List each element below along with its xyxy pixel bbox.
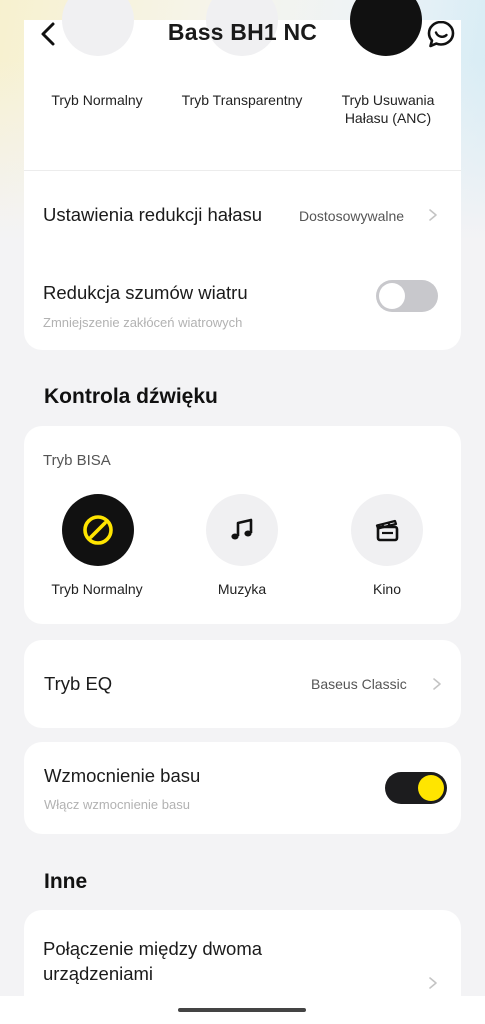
bisa-cinema-label: Kino (372, 581, 402, 597)
bass-boost-title: Wzmocnienie basu (44, 765, 201, 786)
anc-cancel-label-line2: Hałasu (ANC) (344, 110, 432, 126)
wind-reduction-title: Redukcja szumów wiatru (43, 282, 248, 303)
anc-normal-label: Tryb Normalny (51, 92, 143, 108)
bisa-normal-label: Tryb Normalny (51, 581, 143, 597)
noise-settings-title: Ustawienia redukcji hałasu (43, 204, 263, 225)
sound-control-heading: Kontrola dźwięku (44, 385, 218, 408)
dual-connection-title-line1: Połączenie między dwoma (43, 938, 263, 959)
bisa-music-button[interactable] (206, 494, 278, 566)
chevron-right-icon (433, 678, 441, 690)
anc-cancel-label: Tryb Usuwania Hałasu (ANC) (324, 91, 452, 127)
bisa-music-label: Muzyka (217, 581, 267, 597)
wind-reduction-toggle[interactable] (376, 280, 438, 312)
noise-settings-value: Dostosowywalne (299, 208, 405, 224)
bisa-cinema-button[interactable] (351, 494, 423, 566)
eq-title: Tryb EQ (44, 673, 113, 694)
bass-boost-subtitle: Włącz wzmocnienie basu (44, 797, 190, 812)
wind-reduction-row: Redukcja szumów wiatru Zmniejszenie zakł… (24, 270, 461, 340)
other-heading: Inne (44, 870, 88, 893)
eq-value: Baseus Classic (311, 676, 407, 692)
bisa-normal-button[interactable] (62, 494, 134, 566)
bass-boost-toggle[interactable] (385, 772, 447, 804)
app-header: Bass BH1 NC (0, 0, 485, 64)
clapperboard-icon (375, 519, 399, 542)
chevron-right-icon (429, 209, 437, 221)
chat-bubble-icon (427, 20, 455, 48)
support-chat-button[interactable] (423, 16, 459, 52)
chevron-left-icon (41, 22, 55, 46)
home-indicator[interactable] (178, 1008, 306, 1012)
eq-card[interactable]: Tryb EQ Baseus Classic (24, 640, 461, 728)
bass-boost-card: Wzmocnienie basu Włącz wzmocnienie basu (24, 742, 461, 834)
anc-cancel-label-line1: Tryb Usuwania (341, 92, 435, 108)
toggle-knob (379, 283, 405, 309)
toggle-knob (418, 775, 444, 801)
bisa-card: Tryb BISA Tryb Normalny Muzyka Kino (24, 426, 461, 624)
noise-settings-row[interactable]: Ustawienia redukcji hałasu Dostosowywaln… (24, 180, 461, 250)
music-note-icon (231, 518, 253, 540)
back-button[interactable] (30, 16, 66, 52)
anc-transparent-label: Tryb Transparentny (181, 92, 303, 108)
bisa-label: Tryb BISA (43, 452, 111, 469)
anc-mode-card: Tryb Normalny Tryb Transparentny Tryb Us… (24, 0, 461, 350)
page-title: Bass BH1 NC (167, 18, 318, 45)
dual-connection-title-line2: urządzeniami (43, 963, 154, 984)
wind-reduction-subtitle: Zmniejszenie zakłóceń wiatrowych (43, 315, 243, 330)
divider (24, 170, 461, 171)
no-entry-icon (83, 515, 113, 545)
chevron-right-icon (429, 977, 437, 989)
